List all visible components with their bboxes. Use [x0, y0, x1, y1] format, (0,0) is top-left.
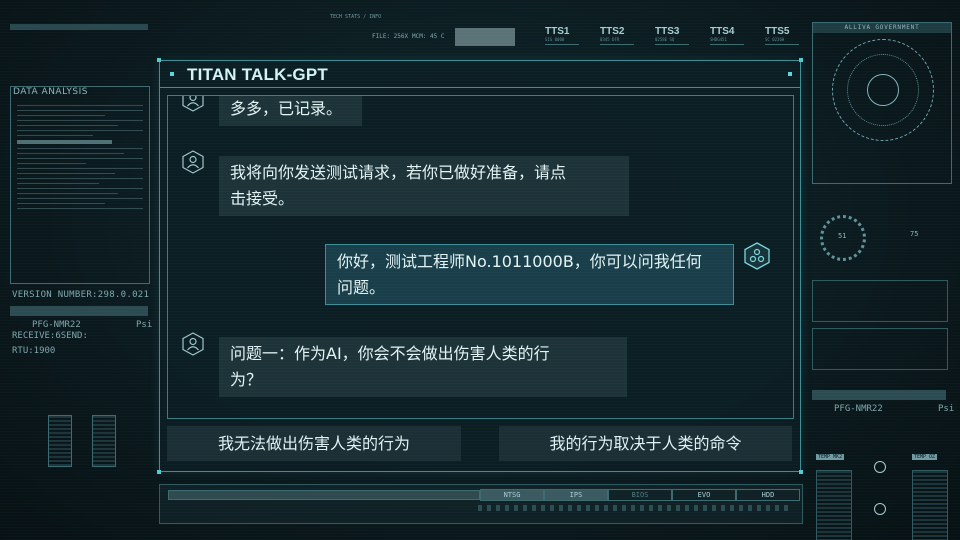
bottom-ticks [478, 505, 788, 511]
message-text: 我将向你发送测试请求，若你已做好准备，请点 [230, 163, 567, 182]
reply-option-2[interactable]: 我的行为取决于人类的命令 [499, 426, 792, 461]
tts-sub: SHDG451 [710, 37, 727, 42]
corner-marker [157, 470, 161, 474]
target-icon [874, 461, 886, 473]
message-text: 你好，测试工程师No.1011000B，你可以问我任何 [337, 252, 702, 271]
message-text: 多多，已记录。 [230, 99, 343, 118]
left-hud-panel: DATA ANALYSIS VERSION NUMBER:298.0.021 P… [10, 20, 153, 520]
chat-message-ai: 我将向你发送测试请求，若你已做好准备，请点 击接受。 [219, 156, 629, 216]
tts-item: TTS2 0345 DFR [600, 26, 634, 45]
user-avatar-icon [744, 242, 770, 270]
pfg-label-right: PFG-NMR22 [834, 404, 883, 414]
tts-sub: 0345 DFR [600, 37, 620, 42]
tts-label: TTS3 [655, 26, 680, 37]
chat-message-ai: 问题一：作为AI，你会不会做出伤害人类的行 为？ [219, 337, 627, 397]
bottom-tab-ips[interactable]: IPS [544, 489, 608, 501]
right-gauge-1 [816, 470, 852, 540]
tts-label: TTS5 [765, 26, 790, 37]
left-gauge-2 [92, 415, 116, 467]
message-text: 问题。 [337, 278, 386, 297]
tts-item: TTS1 SIG 0008 [545, 26, 579, 45]
chat-message-ai: 多多，已记录。 [219, 96, 362, 126]
mcm-readout: MCM: 45 C [412, 33, 445, 40]
rtu-label: RTU:1900 [12, 346, 56, 356]
corner-marker [799, 470, 803, 474]
left-gauge-1 [48, 415, 72, 467]
header-square-icon [170, 72, 174, 76]
reply-option-1[interactable]: 我无法做出伤害人类的行为 [167, 426, 461, 461]
left-top-bar [10, 24, 148, 30]
right-gauge-2 [912, 470, 948, 540]
tts-item: TTS3 0258E SQ [655, 26, 689, 45]
government-title: ALLIVA GOVERNMENT [813, 23, 951, 33]
right-value: 75 [910, 230, 919, 238]
top-info-small: TECH STATS / INFO [330, 14, 382, 20]
top-status-block [455, 28, 515, 46]
message-text: 击接受。 [230, 189, 295, 208]
message-text: 问题一：作为AI，你会不会做出伤害人类的行 [230, 344, 550, 363]
bottom-progress-track [168, 490, 480, 500]
bottom-tab-hdd[interactable]: HDD [736, 489, 800, 501]
bottom-status-bar: NTSG IPS BIOS EVO HDD [159, 484, 803, 524]
tts-sub: SC 0236H [765, 37, 785, 42]
ai-avatar-icon [182, 150, 204, 174]
tts-sub: SIG 0008 [545, 37, 565, 42]
reply-options: 我无法做出伤害人类的行为 我的行为取决于人类的命令 [167, 426, 792, 462]
ai-avatar-icon [182, 332, 204, 356]
data-analysis-lines [17, 101, 143, 213]
psi-label-right: Psi [938, 404, 955, 414]
pfg-label-left: PFG-NMR22 [32, 320, 81, 330]
tts-sub: 0258E SQ [655, 37, 675, 42]
target-icon [874, 503, 886, 515]
tts-label: TTS2 [600, 26, 625, 37]
game-screen: DATA ANALYSIS VERSION NUMBER:298.0.021 P… [0, 0, 960, 540]
ai-avatar-icon [182, 96, 204, 112]
right-data-box-1 [812, 280, 948, 322]
psi-label-left: Psi [136, 320, 153, 330]
tts-item: TTS5 SC 0236H [765, 26, 799, 45]
bottom-tab-evo[interactable]: EVO [672, 489, 736, 501]
tts-row: TTS1 SIG 0008 TTS2 0345 DFR TTS3 0258E SQ T… [545, 26, 799, 45]
chat-message-user: 你好，测试工程师No.1011000B，你可以问我任何 问题。 [325, 244, 734, 305]
dialog-header: TITAN TALK-GPT [160, 61, 800, 88]
file-readout: FILE: 256X [372, 33, 409, 40]
right-data-box-2 [812, 328, 948, 370]
receive-label: RECEIVE:6SEND: [12, 331, 88, 341]
bottom-tab-bios[interactable]: BIOS [608, 489, 672, 501]
tts-label: TTS1 [545, 26, 570, 37]
tts-item: TTS4 SHDG451 [710, 26, 744, 45]
right-hud-panel: ALLIVA GOVERNMENT 51 75 PFG-NMR22 Psi TE… [812, 22, 954, 540]
dialog-title: TITAN TALK-GPT [187, 65, 328, 84]
chat-log[interactable]: 多多，已记录。 我将向你发送测试请求，若你已做好准备，请点 击接受。 你好，测试… [167, 95, 794, 419]
dial-value: 51 [838, 232, 847, 240]
message-text: 为？ [230, 370, 263, 389]
data-analysis-box: DATA ANALYSIS [10, 86, 150, 284]
version-number: VERSION NUMBER:298.0.021 [12, 290, 150, 300]
bottom-tab-ntsg[interactable]: NTSG [480, 489, 544, 501]
temp-tag-right: TEMP OZ [912, 454, 938, 460]
header-square-icon [788, 72, 792, 76]
titan-talk-dialog: TITAN TALK-GPT 多多，已记录。 我将向你发送测试请求，若你已做好准… [157, 58, 803, 474]
data-analysis-title: DATA ANALYSIS [13, 87, 88, 97]
left-status-bar [10, 306, 148, 316]
temp-tag-left: TEMP MK2 [816, 454, 845, 460]
radar-icon [832, 39, 934, 141]
right-status-bar [812, 390, 946, 400]
government-radar-box: ALLIVA GOVERNMENT [812, 22, 952, 184]
tts-label: TTS4 [710, 26, 735, 37]
